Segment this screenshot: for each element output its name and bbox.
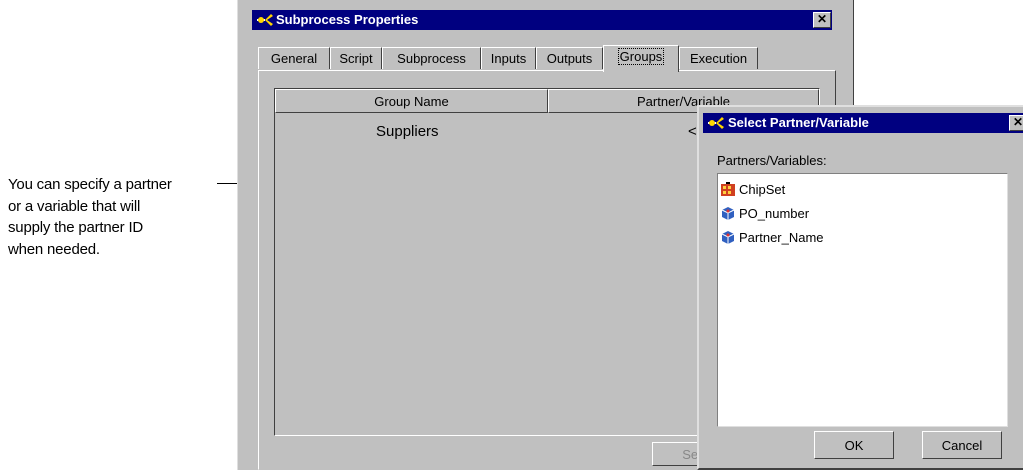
tab-outputs[interactable]: Outputs xyxy=(536,47,603,69)
ok-button[interactable]: OK xyxy=(814,431,894,459)
cancel-button[interactable]: Cancel xyxy=(922,431,1002,459)
partner-icon xyxy=(721,182,735,196)
annotation-line: supply the partner ID xyxy=(8,219,144,236)
window-title-bar[interactable]: Subprocess Properties ✕ xyxy=(252,10,832,30)
column-header-label: Group Name xyxy=(374,94,449,109)
tab-label: Subprocess xyxy=(397,51,466,66)
group-name-cell: Suppliers xyxy=(376,123,439,140)
tab-label: Inputs xyxy=(490,51,527,66)
app-icon xyxy=(708,117,724,129)
annotation-line: when needed. xyxy=(8,240,100,258)
tab-general[interactable]: General xyxy=(258,47,330,69)
tab-execution[interactable]: Execution xyxy=(679,47,758,69)
ok-button-label: OK xyxy=(844,438,864,453)
tab-inputs[interactable]: Inputs xyxy=(481,47,536,69)
tab-label: Execution xyxy=(689,51,748,66)
tab-subprocess[interactable]: Subprocess xyxy=(382,47,481,69)
annotation-line: or a variable that will xyxy=(8,197,141,215)
close-button[interactable]: ✕ xyxy=(813,12,831,28)
column-header-group-name[interactable]: Group Name xyxy=(275,89,548,113)
dialog-title: Select Partner/Variable xyxy=(728,115,869,130)
partners-variables-list[interactable]: ChipSet PO_number Partner_Name xyxy=(717,173,1008,427)
variable-icon xyxy=(721,231,735,244)
variable-icon xyxy=(721,207,735,220)
annotation-line: You can specify a partner xyxy=(8,176,172,193)
window-title: Subprocess Properties xyxy=(276,12,419,27)
tab-groups[interactable]: Groups xyxy=(603,45,679,72)
select-partner-variable-dialog: Select Partner/Variable ✕ Partners/Varia… xyxy=(697,105,1023,470)
close-button[interactable]: ✕ xyxy=(1009,115,1023,131)
tab-label: Script xyxy=(339,51,373,66)
close-icon: ✕ xyxy=(1012,115,1023,129)
tab-label: General xyxy=(270,51,318,66)
close-icon: ✕ xyxy=(816,12,828,26)
list-item-label: Partner_Name xyxy=(739,230,824,245)
tab-script[interactable]: Script xyxy=(330,47,382,69)
list-item-label: ChipSet xyxy=(739,182,786,197)
tab-label: Groups xyxy=(617,48,665,65)
annotation-text: You can specify a partner or a variable … xyxy=(8,174,213,260)
dialog-title-bar[interactable]: Select Partner/Variable ✕ xyxy=(703,113,1023,133)
partners-variables-label: Partners/Variables: xyxy=(717,153,827,168)
app-icon xyxy=(257,14,273,26)
tab-label: Outputs xyxy=(546,51,593,66)
cancel-button-label: Cancel xyxy=(941,438,983,453)
list-item-label: PO_number xyxy=(739,206,810,221)
